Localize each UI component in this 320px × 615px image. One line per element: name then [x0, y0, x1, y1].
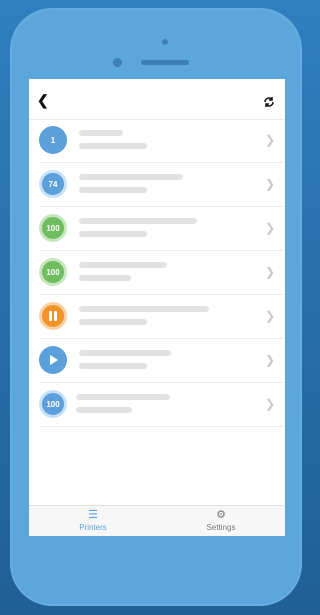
done-badge: 100	[39, 258, 67, 286]
camera-dot	[162, 39, 168, 45]
list-item[interactable]: 100 ❯	[39, 251, 285, 295]
tab-settings[interactable]: ⚙ Settings	[157, 506, 285, 536]
badge-label: 74	[48, 179, 58, 189]
list-item[interactable]: 1 ❯	[39, 119, 285, 163]
subtitle-placeholder	[79, 363, 147, 369]
done-badge: 100	[39, 390, 67, 418]
badge-label: 100	[46, 399, 60, 409]
list-item[interactable]: 100 ❯	[39, 383, 285, 427]
list-item[interactable]: 74 ❯	[39, 163, 285, 207]
tab-bar: ☰ Printers ⚙ Settings	[29, 505, 285, 536]
app-screen: ❮ 1 ❯ 74 ❯ 100 ❯ 100 ❯ ❯ ❯ 100 ❯ ☰ Print…	[29, 79, 285, 536]
subtitle-placeholder	[79, 275, 131, 281]
tab-label: Settings	[206, 523, 236, 532]
chevron-right-icon: ❯	[264, 265, 275, 279]
refresh-icon[interactable]	[263, 96, 275, 108]
title-placeholder	[79, 130, 123, 136]
title-placeholder	[76, 394, 170, 400]
chevron-right-icon: ❯	[264, 221, 275, 235]
subtitle-placeholder	[79, 187, 147, 193]
title-placeholder	[79, 350, 171, 356]
chevron-right-icon: ❯	[264, 397, 275, 411]
title-placeholder	[79, 306, 209, 312]
chevron-left-icon[interactable]: ❮	[37, 93, 51, 107]
play-glyph	[50, 355, 58, 365]
chevron-right-icon: ❯	[264, 177, 275, 191]
progress-badge: 74	[39, 170, 67, 198]
pause-glyph	[49, 311, 57, 321]
badge-label: 100	[46, 267, 60, 277]
navigation-bar: ❮	[29, 79, 285, 120]
subtitle-placeholder	[76, 407, 132, 413]
play-icon	[39, 346, 67, 374]
printers-icon: ☰	[88, 509, 98, 521]
chevron-right-icon: ❯	[264, 133, 275, 147]
title-placeholder	[79, 218, 197, 224]
done-badge: 100	[39, 214, 67, 242]
queue-badge: 1	[39, 126, 67, 154]
tab-label: Printers	[79, 523, 107, 532]
subtitle-placeholder	[79, 231, 147, 237]
chevron-right-icon: ❯	[264, 353, 275, 367]
earpiece-speaker	[141, 60, 189, 65]
list-item[interactable]: ❯	[39, 339, 285, 383]
pause-icon	[39, 302, 67, 330]
title-placeholder	[79, 262, 167, 268]
subtitle-placeholder	[79, 143, 147, 149]
tab-printers[interactable]: ☰ Printers	[29, 506, 157, 536]
gear-icon: ⚙	[216, 509, 226, 521]
badge-label: 100	[46, 223, 60, 233]
list-item[interactable]: 100 ❯	[39, 207, 285, 251]
list-item[interactable]: ❯	[39, 295, 285, 339]
badge-label: 1	[50, 135, 56, 145]
chevron-right-icon: ❯	[264, 309, 275, 323]
front-camera	[113, 58, 122, 67]
title-placeholder	[79, 174, 183, 180]
subtitle-placeholder	[79, 319, 147, 325]
printer-list: 1 ❯ 74 ❯ 100 ❯ 100 ❯ ❯ ❯ 100 ❯	[29, 119, 285, 427]
